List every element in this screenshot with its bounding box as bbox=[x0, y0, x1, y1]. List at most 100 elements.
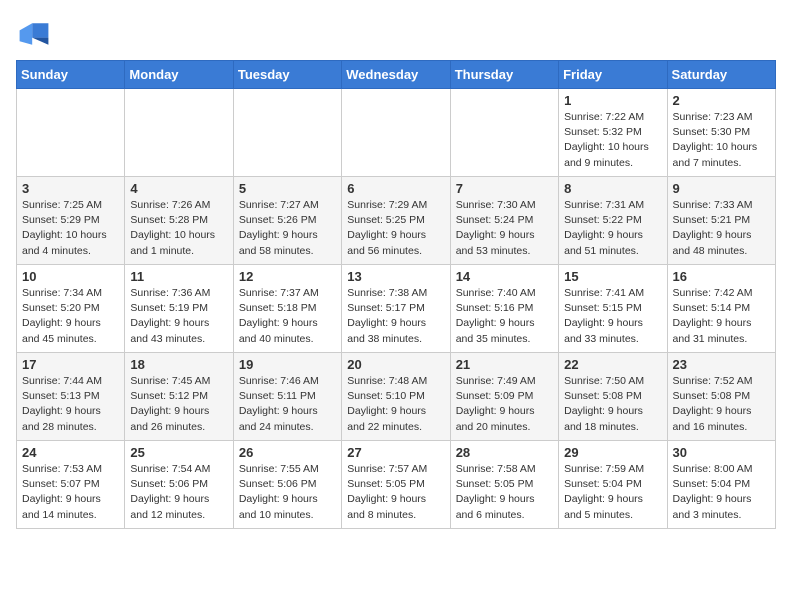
day-info: Sunrise: 7:22 AM Sunset: 5:32 PM Dayligh… bbox=[564, 110, 661, 171]
calendar-cell: 29 Sunrise: 7:59 AM Sunset: 5:04 PM Dayli… bbox=[559, 441, 667, 529]
calendar-cell: 4Sunrise: 7:26 AM Sunset: 5:28 PM Daylig… bbox=[125, 177, 233, 265]
calendar-cell: 20 Sunrise: 7:48 AM Sunset: 5:10 PM Dayli… bbox=[342, 353, 450, 441]
day-info: Sunrise: 7:49 AM Sunset: 5:09 PM Dayligh… bbox=[456, 374, 553, 435]
day-number: 23 bbox=[673, 357, 770, 372]
calendar-body: 1 Sunrise: 7:22 AM Sunset: 5:32 PM Daylig… bbox=[17, 89, 776, 529]
page-header bbox=[16, 16, 776, 52]
day-info: Sunrise: 7:40 AM Sunset: 5:16 PM Dayligh… bbox=[456, 286, 553, 347]
day-info: Sunrise: 7:23 AM Sunset: 5:30 PM Dayligh… bbox=[673, 110, 770, 171]
day-info: Sunrise: 7:50 AM Sunset: 5:08 PM Dayligh… bbox=[564, 374, 661, 435]
header-day: Sunday bbox=[17, 61, 125, 89]
day-number: 12 bbox=[239, 269, 336, 284]
calendar-cell: 7 Sunrise: 7:30 AM Sunset: 5:24 PM Daylig… bbox=[450, 177, 558, 265]
day-info: Sunrise: 7:33 AM Sunset: 5:21 PM Dayligh… bbox=[673, 198, 770, 259]
calendar-cell: 22Sunrise: 7:50 AM Sunset: 5:08 PM Dayli… bbox=[559, 353, 667, 441]
day-number: 1 bbox=[564, 93, 661, 108]
calendar-cell: 6 Sunrise: 7:29 AM Sunset: 5:25 PM Daylig… bbox=[342, 177, 450, 265]
calendar-cell bbox=[233, 89, 341, 177]
header-day: Wednesday bbox=[342, 61, 450, 89]
day-info: Sunrise: 7:48 AM Sunset: 5:10 PM Dayligh… bbox=[347, 374, 444, 435]
calendar-week: 1 Sunrise: 7:22 AM Sunset: 5:32 PM Daylig… bbox=[17, 89, 776, 177]
calendar-cell: 3Sunrise: 7:25 AM Sunset: 5:29 PM Daylig… bbox=[17, 177, 125, 265]
calendar-cell: 5 Sunrise: 7:27 AM Sunset: 5:26 PM Daylig… bbox=[233, 177, 341, 265]
header-day: Monday bbox=[125, 61, 233, 89]
day-info: Sunrise: 7:27 AM Sunset: 5:26 PM Dayligh… bbox=[239, 198, 336, 259]
calendar-cell: 15Sunrise: 7:41 AM Sunset: 5:15 PM Dayli… bbox=[559, 265, 667, 353]
day-number: 7 bbox=[456, 181, 553, 196]
calendar-cell bbox=[17, 89, 125, 177]
day-info: Sunrise: 7:59 AM Sunset: 5:04 PM Dayligh… bbox=[564, 462, 661, 523]
day-number: 27 bbox=[347, 445, 444, 460]
day-number: 24 bbox=[22, 445, 119, 460]
day-info: Sunrise: 7:53 AM Sunset: 5:07 PM Dayligh… bbox=[22, 462, 119, 523]
day-number: 13 bbox=[347, 269, 444, 284]
day-number: 25 bbox=[130, 445, 227, 460]
logo-icon bbox=[16, 16, 52, 52]
calendar-week: 10 Sunrise: 7:34 AM Sunset: 5:20 PM Dayli… bbox=[17, 265, 776, 353]
day-number: 10 bbox=[22, 269, 119, 284]
header-day: Thursday bbox=[450, 61, 558, 89]
calendar-cell: 10 Sunrise: 7:34 AM Sunset: 5:20 PM Dayli… bbox=[17, 265, 125, 353]
day-info: Sunrise: 7:41 AM Sunset: 5:15 PM Dayligh… bbox=[564, 286, 661, 347]
day-info: Sunrise: 7:30 AM Sunset: 5:24 PM Dayligh… bbox=[456, 198, 553, 259]
calendar-cell: 13 Sunrise: 7:38 AM Sunset: 5:17 PM Dayli… bbox=[342, 265, 450, 353]
day-number: 29 bbox=[564, 445, 661, 460]
day-number: 19 bbox=[239, 357, 336, 372]
day-info: Sunrise: 7:52 AM Sunset: 5:08 PM Dayligh… bbox=[673, 374, 770, 435]
day-number: 14 bbox=[456, 269, 553, 284]
day-number: 6 bbox=[347, 181, 444, 196]
calendar-week: 3Sunrise: 7:25 AM Sunset: 5:29 PM Daylig… bbox=[17, 177, 776, 265]
calendar-cell: 24 Sunrise: 7:53 AM Sunset: 5:07 PM Dayli… bbox=[17, 441, 125, 529]
calendar-cell: 19 Sunrise: 7:46 AM Sunset: 5:11 PM Dayli… bbox=[233, 353, 341, 441]
day-number: 2 bbox=[673, 93, 770, 108]
day-number: 4 bbox=[130, 181, 227, 196]
calendar-table: SundayMondayTuesdayWednesdayThursdayFrid… bbox=[16, 60, 776, 529]
day-info: Sunrise: 7:46 AM Sunset: 5:11 PM Dayligh… bbox=[239, 374, 336, 435]
calendar-cell: 1 Sunrise: 7:22 AM Sunset: 5:32 PM Daylig… bbox=[559, 89, 667, 177]
calendar-cell: 9 Sunrise: 7:33 AM Sunset: 5:21 PM Daylig… bbox=[667, 177, 775, 265]
day-number: 26 bbox=[239, 445, 336, 460]
day-info: Sunrise: 7:42 AM Sunset: 5:14 PM Dayligh… bbox=[673, 286, 770, 347]
logo bbox=[16, 16, 56, 52]
calendar-cell: 27 Sunrise: 7:57 AM Sunset: 5:05 PM Dayli… bbox=[342, 441, 450, 529]
day-info: Sunrise: 7:29 AM Sunset: 5:25 PM Dayligh… bbox=[347, 198, 444, 259]
calendar-cell: 14 Sunrise: 7:40 AM Sunset: 5:16 PM Dayli… bbox=[450, 265, 558, 353]
day-info: Sunrise: 7:36 AM Sunset: 5:19 PM Dayligh… bbox=[130, 286, 227, 347]
day-number: 28 bbox=[456, 445, 553, 460]
header-row: SundayMondayTuesdayWednesdayThursdayFrid… bbox=[17, 61, 776, 89]
day-info: Sunrise: 7:34 AM Sunset: 5:20 PM Dayligh… bbox=[22, 286, 119, 347]
calendar-cell: 30Sunrise: 8:00 AM Sunset: 5:04 PM Dayli… bbox=[667, 441, 775, 529]
header-day: Saturday bbox=[667, 61, 775, 89]
day-info: Sunrise: 7:58 AM Sunset: 5:05 PM Dayligh… bbox=[456, 462, 553, 523]
calendar-cell: 23 Sunrise: 7:52 AM Sunset: 5:08 PM Dayli… bbox=[667, 353, 775, 441]
calendar-header: SundayMondayTuesdayWednesdayThursdayFrid… bbox=[17, 61, 776, 89]
day-number: 30 bbox=[673, 445, 770, 460]
day-number: 8 bbox=[564, 181, 661, 196]
calendar-cell: 11 Sunrise: 7:36 AM Sunset: 5:19 PM Dayli… bbox=[125, 265, 233, 353]
day-number: 16 bbox=[673, 269, 770, 284]
calendar-cell: 2 Sunrise: 7:23 AM Sunset: 5:30 PM Daylig… bbox=[667, 89, 775, 177]
calendar-cell: 26 Sunrise: 7:55 AM Sunset: 5:06 PM Dayli… bbox=[233, 441, 341, 529]
calendar-cell: 21 Sunrise: 7:49 AM Sunset: 5:09 PM Dayli… bbox=[450, 353, 558, 441]
calendar-cell: 8Sunrise: 7:31 AM Sunset: 5:22 PM Daylig… bbox=[559, 177, 667, 265]
day-info: Sunrise: 7:55 AM Sunset: 5:06 PM Dayligh… bbox=[239, 462, 336, 523]
day-info: Sunrise: 7:25 AM Sunset: 5:29 PM Dayligh… bbox=[22, 198, 119, 259]
calendar-cell bbox=[125, 89, 233, 177]
day-number: 5 bbox=[239, 181, 336, 196]
header-day: Friday bbox=[559, 61, 667, 89]
day-info: Sunrise: 7:57 AM Sunset: 5:05 PM Dayligh… bbox=[347, 462, 444, 523]
day-number: 21 bbox=[456, 357, 553, 372]
calendar-cell bbox=[342, 89, 450, 177]
day-info: Sunrise: 7:45 AM Sunset: 5:12 PM Dayligh… bbox=[130, 374, 227, 435]
day-number: 17 bbox=[22, 357, 119, 372]
day-number: 20 bbox=[347, 357, 444, 372]
day-info: Sunrise: 7:54 AM Sunset: 5:06 PM Dayligh… bbox=[130, 462, 227, 523]
calendar-week: 24 Sunrise: 7:53 AM Sunset: 5:07 PM Dayli… bbox=[17, 441, 776, 529]
day-number: 18 bbox=[130, 357, 227, 372]
day-info: Sunrise: 7:38 AM Sunset: 5:17 PM Dayligh… bbox=[347, 286, 444, 347]
calendar-cell bbox=[450, 89, 558, 177]
day-number: 11 bbox=[130, 269, 227, 284]
day-info: Sunrise: 7:44 AM Sunset: 5:13 PM Dayligh… bbox=[22, 374, 119, 435]
day-number: 9 bbox=[673, 181, 770, 196]
header-day: Tuesday bbox=[233, 61, 341, 89]
